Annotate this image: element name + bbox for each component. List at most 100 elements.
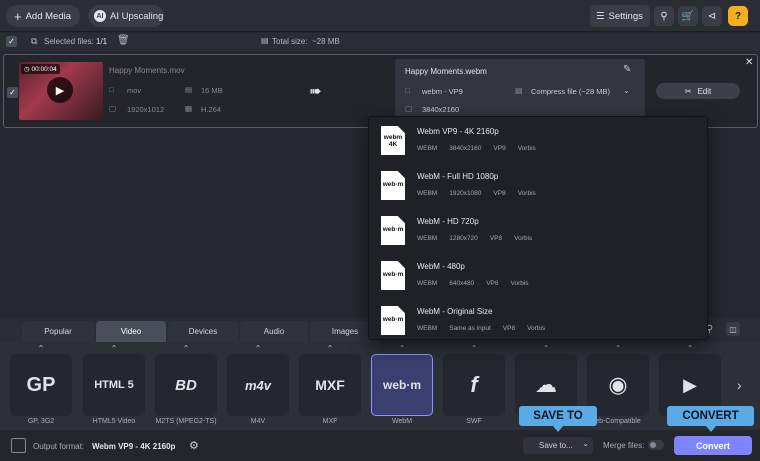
toggle-knob bbox=[650, 442, 656, 448]
tile-chevron-up-icon: ⌃ bbox=[37, 344, 45, 353]
preset-item[interactable]: web·m WebM - Original Size WEBM Same as i… bbox=[369, 297, 709, 342]
flash-icon: f bbox=[443, 354, 505, 416]
output-format-gear-icon[interactable]: ⚙ bbox=[189, 439, 199, 452]
resolution-icon: ▢ bbox=[405, 104, 413, 113]
selected-files-value: 1/1 bbox=[96, 37, 108, 46]
preset-item[interactable]: web·m WebM - HD 720p WEBM 1280x720 VP8 Vorb… bbox=[369, 207, 709, 252]
tile-chevron-up-icon: ⌃ bbox=[110, 344, 118, 353]
ai-upscaling-icon: AI bbox=[94, 10, 106, 22]
format-settings-icon[interactable]: ◫ bbox=[726, 322, 740, 336]
format-tile-html5[interactable]: ⌃ HTML 5 HTML5 Video bbox=[78, 342, 150, 430]
preset-item[interactable]: web·m WebM - Full HD 1080p WEBM 1920x1080… bbox=[369, 162, 709, 207]
format-tile-swf[interactable]: ⌃ f SWF bbox=[438, 342, 510, 430]
m4v-icon: m4v bbox=[227, 354, 289, 416]
convert-callout: CONVERT bbox=[667, 406, 754, 426]
convert-button[interactable]: Convert bbox=[674, 436, 752, 455]
webm-4k-file-icon: webm 4K bbox=[381, 126, 405, 155]
format-tile-3gp[interactable]: ⌃ GP GP, 3G2 bbox=[5, 342, 77, 430]
format-tile-m4v[interactable]: ⌃ m4v M4V bbox=[222, 342, 294, 430]
output-panel: Happy Moments.webm ✎ □ webm - VP9 ▤ Comp… bbox=[395, 59, 645, 119]
format-tile-mxf[interactable]: ⌃ MXF MXF bbox=[294, 342, 366, 430]
settings-button[interactable]: ☰ Settings bbox=[590, 5, 650, 27]
total-size-value: ~28 MB bbox=[312, 37, 340, 46]
webm-file-icon: web·m bbox=[381, 171, 405, 200]
tab-video[interactable]: Video bbox=[96, 321, 166, 342]
output-format-value[interactable]: Webm VP9 - 4K 2160p bbox=[92, 442, 175, 451]
output-format-icon bbox=[11, 438, 26, 453]
tile-chevron-up-icon: ⌃ bbox=[470, 344, 478, 353]
file-name: Happy Moments.mov bbox=[109, 66, 185, 75]
preset-dropdown: webm 4K Webm VP9 - 4K 2160p WEBM 3840x2160… bbox=[368, 116, 708, 340]
format-tile-webm[interactable]: ⌃ web·m WebM bbox=[366, 342, 438, 430]
output-format-label: Output format: bbox=[33, 442, 85, 451]
cart-icon[interactable]: 🛒 bbox=[678, 6, 698, 26]
merge-files-toggle[interactable] bbox=[648, 440, 664, 450]
tile-chevron-up-icon: ⌃ bbox=[614, 344, 622, 353]
container-icon: □ bbox=[109, 85, 114, 94]
webm-file-icon: web·m bbox=[381, 216, 405, 245]
tile-chevron-up-icon: ⌃ bbox=[686, 344, 694, 353]
share-icon[interactable]: ⊲ bbox=[702, 6, 722, 26]
file-checkbox[interactable]: ✓ bbox=[7, 87, 18, 98]
html5-icon: HTML 5 bbox=[83, 354, 145, 416]
trash-icon[interactable]: 🗑 bbox=[117, 35, 130, 46]
bluray-icon: BD bbox=[155, 354, 217, 416]
output-resolution[interactable]: 3840x2160 bbox=[422, 105, 459, 114]
close-icon[interactable]: ✕ bbox=[745, 57, 753, 68]
scroll-right-chevron-icon[interactable]: › bbox=[737, 377, 742, 393]
add-media-button[interactable]: + Add Media bbox=[6, 5, 80, 27]
help-icon[interactable]: ? bbox=[728, 6, 748, 26]
edit-button[interactable]: ✂ Edit bbox=[656, 83, 740, 99]
3gp-icon: GP bbox=[10, 354, 72, 416]
compress-icon: ▤ bbox=[515, 86, 523, 95]
preset-item[interactable]: webm 4K Webm VP9 - 4K 2160p WEBM 3840x2160… bbox=[369, 117, 709, 162]
format-icon: □ bbox=[405, 86, 410, 95]
save-to-dropdown[interactable]: Save to... ⌄ bbox=[523, 437, 593, 454]
total-size-icon: ▤ bbox=[261, 36, 269, 45]
preset-specs: WEBM 1280x720 VP8 Vorbis bbox=[417, 235, 533, 242]
tile-chevron-up-icon: ⌃ bbox=[542, 344, 550, 353]
convert-callout-pointer bbox=[706, 426, 716, 432]
thumbnail-timestamp: ◷ 00:00:04 bbox=[21, 64, 60, 74]
file-container: mov bbox=[127, 86, 142, 95]
preset-name: WebM - Original Size bbox=[417, 307, 493, 316]
size-icon: ▤ bbox=[185, 85, 193, 94]
tile-label: GP, 3G2 bbox=[27, 418, 55, 425]
preset-name: Webm VP9 - 4K 2160p bbox=[417, 127, 499, 136]
search-icon[interactable]: ⚲ bbox=[654, 6, 674, 26]
preset-item[interactable]: web·m WebM - 480p WEBM 640x480 VP8 Vorbis bbox=[369, 252, 709, 297]
video-thumbnail[interactable]: ◷ 00:00:04 ▶ bbox=[19, 62, 103, 120]
tab-popular[interactable]: Popular bbox=[22, 321, 94, 342]
output-format[interactable]: webm - VP9 bbox=[422, 87, 463, 96]
settings-label: Settings bbox=[608, 10, 643, 22]
convert-label: Convert bbox=[695, 440, 730, 451]
select-all-checkbox[interactable]: ✓ bbox=[6, 36, 17, 47]
preset-specs: WEBM 1920x1080 VP8 Vorbis bbox=[417, 190, 536, 197]
codec-icon: ▦ bbox=[185, 104, 193, 113]
tab-devices[interactable]: Devices bbox=[168, 321, 238, 342]
file-codec: H.264 bbox=[201, 105, 222, 114]
file-size: 16 MB bbox=[201, 86, 223, 95]
clock-icon: ◷ bbox=[24, 66, 30, 73]
preset-name: WebM - Full HD 1080p bbox=[417, 172, 499, 181]
play-icon[interactable]: ▶ bbox=[47, 77, 73, 103]
tile-label: WebM bbox=[391, 418, 413, 425]
tab-audio[interactable]: Audio bbox=[240, 321, 308, 342]
compress-chevron-down-icon[interactable]: ⌄ bbox=[623, 86, 630, 95]
format-tile-m2ts[interactable]: ⌃ BD M2TS (MPEG2-TS) bbox=[150, 342, 222, 430]
save-to-callout-pointer bbox=[553, 426, 563, 432]
file-resolution: 1920x1012 bbox=[127, 105, 165, 114]
ai-upscaling-button[interactable]: AI AI Upscaling bbox=[88, 5, 164, 27]
tile-label: M2TS (MPEG2-TS) bbox=[155, 418, 217, 425]
tile-label: MXF bbox=[322, 418, 338, 425]
top-toolbar: + Add Media AI AI Upscaling ☰ Settings ⚲… bbox=[0, 0, 760, 32]
tile-chevron-up-icon: ⌃ bbox=[254, 344, 262, 353]
compress-file-option[interactable]: Compress file (~28 MB) bbox=[531, 87, 610, 96]
merge-files-label: Merge files: bbox=[603, 441, 645, 450]
tile-chevron-up-icon: ⌃ bbox=[398, 344, 406, 353]
convert-arrow-icon: ➠ bbox=[309, 83, 322, 100]
output-file-name: Happy Moments.webm bbox=[405, 67, 487, 76]
scissors-icon: ✂ bbox=[684, 86, 692, 96]
rename-pencil-icon[interactable]: ✎ bbox=[623, 64, 631, 75]
webm-icon: web·m bbox=[371, 354, 433, 416]
